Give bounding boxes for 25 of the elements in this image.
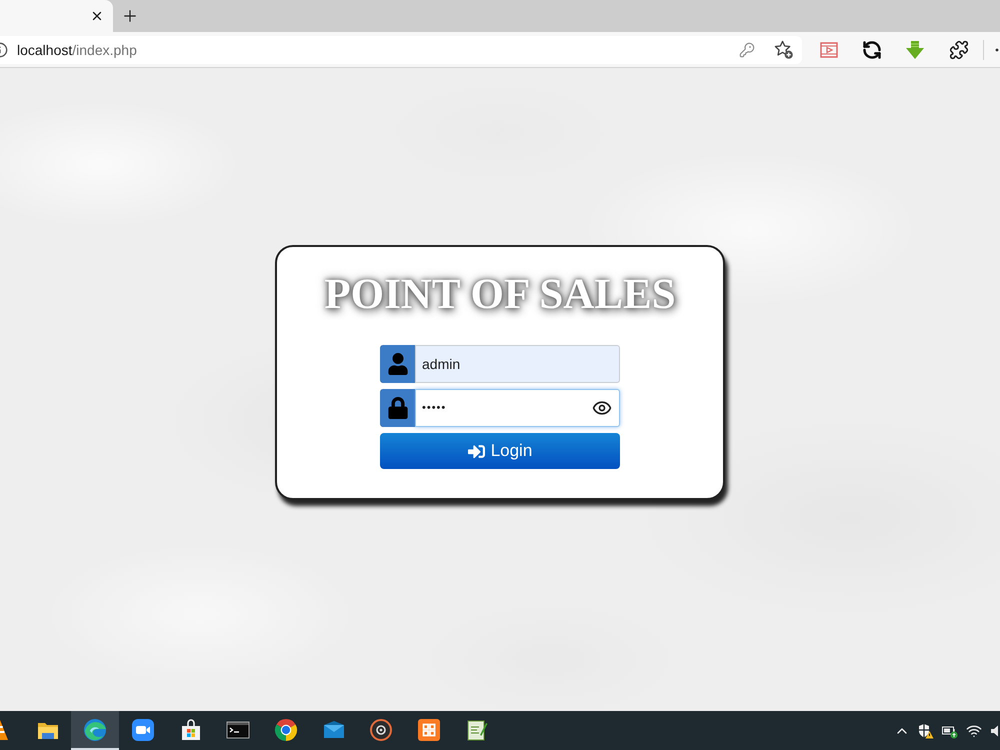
username-field[interactable]: admin: [415, 345, 620, 383]
puzzle-icon[interactable]: [949, 40, 969, 60]
lock-icon: [380, 389, 415, 427]
plus-icon[interactable]: [121, 7, 139, 25]
tri-color-circle-icon: [274, 718, 298, 742]
key-icon[interactable]: [739, 42, 755, 58]
shield-warning-icon[interactable]: [918, 722, 934, 738]
url-text: localhost/index.php: [17, 42, 138, 58]
play-box-icon[interactable]: [819, 40, 839, 60]
login-button[interactable]: Login: [380, 433, 620, 469]
user-icon: [380, 345, 415, 383]
sync-icon[interactable]: [862, 40, 882, 60]
video-camera-icon: [130, 718, 155, 742]
taskbar-button[interactable]: [71, 711, 120, 750]
down-arrow-icon[interactable]: [905, 40, 925, 60]
knot-tile-icon: [417, 718, 442, 742]
notepad-icon: [464, 718, 489, 742]
wifi-icon[interactable]: [966, 722, 982, 738]
password-field[interactable]: •••••: [415, 389, 620, 427]
swirl-icon: [83, 718, 108, 742]
address-field[interactable]: localhost/index.php: [0, 36, 802, 64]
sign-in-icon: [468, 442, 485, 460]
close-icon[interactable]: [90, 9, 104, 23]
disc-icon: [369, 718, 394, 742]
star-plus-icon[interactable]: [774, 40, 793, 59]
